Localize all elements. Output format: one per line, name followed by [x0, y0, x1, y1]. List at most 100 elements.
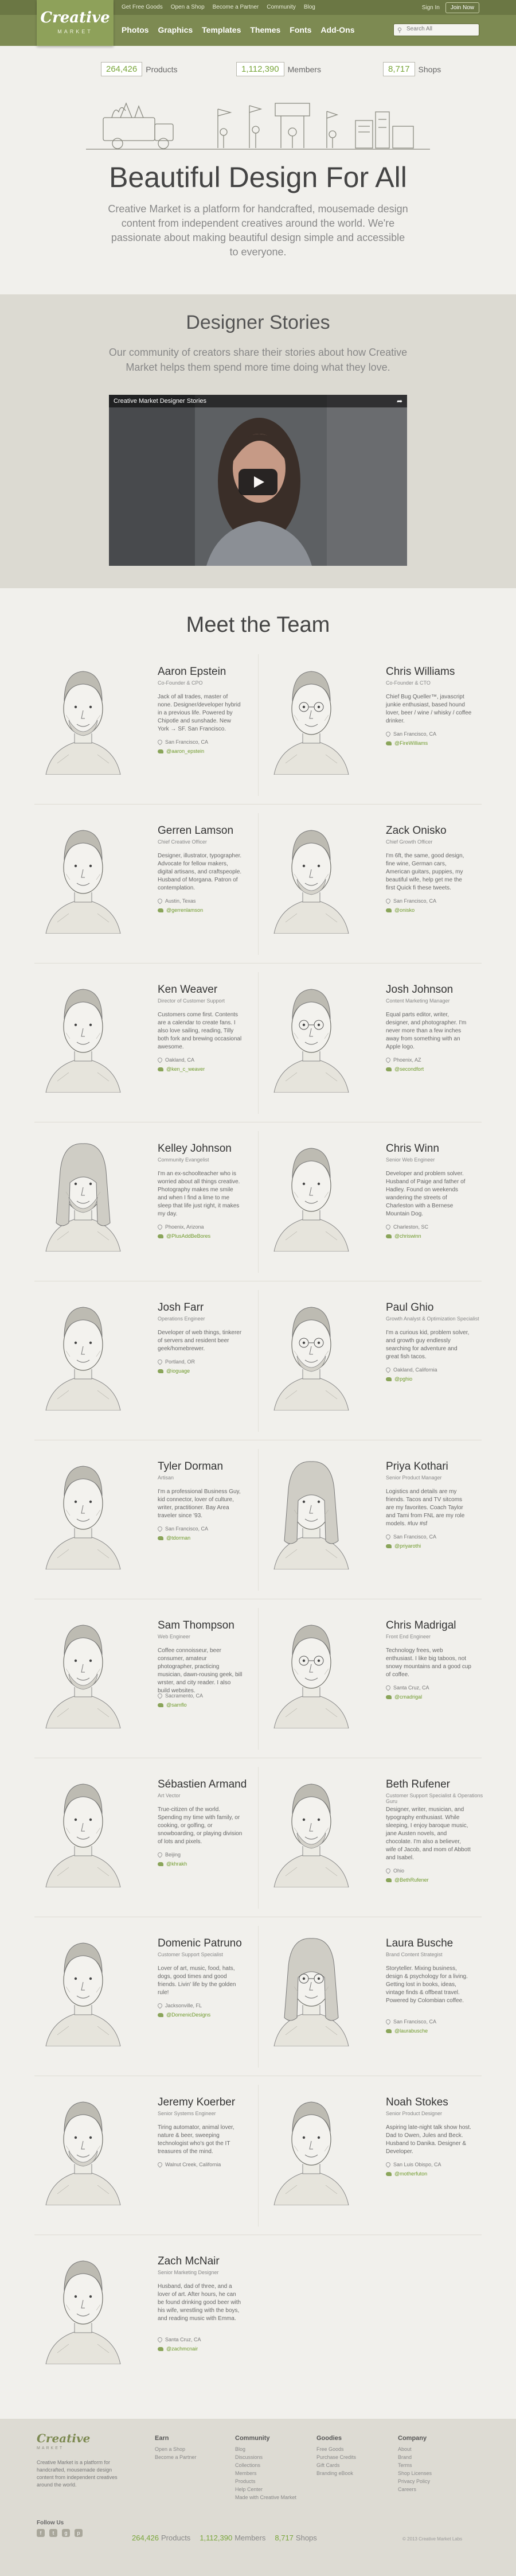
footer-link[interactable]: Branding eBook: [316, 2469, 356, 2477]
twitter-icon[interactable]: t: [49, 2529, 57, 2537]
share-icon[interactable]: ➦: [397, 397, 402, 405]
member-twitter-link[interactable]: @pghio: [386, 1376, 412, 1382]
nav-addons[interactable]: Add-Ons: [320, 25, 354, 34]
member-bio: Equal parts editor, writer, designer, an…: [386, 1012, 467, 1050]
member-twitter-link[interactable]: @samflo: [158, 1702, 187, 1708]
footer-col-title: Goodies: [316, 2435, 342, 2442]
footer-stats: 264,426 Products 1,112,390 Members 8,717 Sh…: [132, 2534, 317, 2542]
member-twitter-link[interactable]: @chriswinn: [386, 1233, 421, 1239]
google-plus-icon[interactable]: g: [62, 2529, 70, 2537]
footer-link[interactable]: Products: [235, 2477, 296, 2485]
member-twitter-link[interactable]: @ken_c_weaver: [158, 1066, 205, 1072]
location-pin-icon: [385, 2161, 392, 2168]
column-divider: [258, 1767, 259, 1909]
member-name: Zach McNair: [158, 2255, 220, 2267]
footer-link[interactable]: Members: [235, 2469, 296, 2477]
member-location-text: Santa Cruz, CA: [165, 2337, 201, 2342]
member-bio: Customers come first. Contents are a cal…: [158, 1012, 242, 1050]
member-location: Beijing: [157, 1851, 181, 1858]
member-twitter-link[interactable]: @DomenicDesigns: [158, 2012, 210, 2018]
logo[interactable]: Creative MARKET: [37, 0, 114, 46]
team-member-card: Aaron Epstein Co-Founder & CPO Jack of all…: [34, 648, 255, 808]
member-role: Director of Customer Support: [158, 998, 225, 1004]
footer-link[interactable]: Careers: [398, 2485, 432, 2493]
footer-link[interactable]: Open a Shop: [155, 2445, 197, 2453]
footer-link[interactable]: Free Goods: [316, 2445, 356, 2453]
nav-templates[interactable]: Templates: [202, 25, 241, 34]
video-player[interactable]: Creative Market Designer Stories ➦: [109, 395, 407, 566]
location-pin-icon: [157, 1223, 163, 1230]
utility-link-free-goods[interactable]: Get Free Goods: [122, 4, 163, 10]
member-twitter-link[interactable]: @motherfuton: [386, 2171, 427, 2177]
member-name: Zack Onisko: [386, 825, 447, 837]
member-role: Art Vector: [158, 1793, 181, 1798]
footer-stat: 8,717 Shops: [275, 2534, 317, 2542]
team-member-card: Gerren Lamson Chief Creative Officer Desig…: [34, 807, 255, 967]
member-twitter-link[interactable]: @FireWilliams: [386, 740, 428, 746]
nav-photos[interactable]: Photos: [122, 25, 148, 34]
member-twitter-link[interactable]: @BethRufener: [386, 1877, 429, 1883]
nav-graphics[interactable]: Graphics: [158, 25, 193, 34]
nav-themes[interactable]: Themes: [250, 25, 280, 34]
footer-link[interactable]: Discussions: [235, 2453, 296, 2461]
member-twitter-link[interactable]: @PlusAddBeBores: [158, 1233, 210, 1239]
member-twitter-link[interactable]: @zachmcnair: [158, 2346, 198, 2352]
utility-link-partner[interactable]: Become a Partner: [213, 4, 259, 10]
member-location: Phoenix, Arizona: [157, 1223, 204, 1230]
footer-link[interactable]: Collections: [235, 2461, 296, 2469]
footer-link[interactable]: Privacy Policy: [398, 2477, 432, 2485]
member-role: Senior Product Designer: [386, 2111, 443, 2116]
footer-link[interactable]: Blog: [235, 2445, 296, 2453]
footer-link[interactable]: Purchase Credits: [316, 2453, 356, 2461]
member-twitter-link[interactable]: @priyarothi: [386, 1543, 421, 1549]
member-name: Paul Ghio: [386, 1301, 434, 1314]
join-button[interactable]: Join Now: [445, 2, 479, 13]
footer-link[interactable]: About: [398, 2445, 432, 2453]
member-twitter-link[interactable]: @tdorman: [158, 1535, 190, 1541]
footer-logo[interactable]: Creative: [37, 2431, 90, 2445]
member-twitter-text: @tdorman: [166, 1535, 191, 1541]
member-location: San Francisco, CA: [385, 1533, 436, 1540]
utility-link-blog[interactable]: Blog: [304, 4, 315, 10]
team-member-card: Sébastien Armand Art Vector True-citizen o…: [34, 1761, 255, 1921]
location-pin-icon: [385, 1223, 392, 1230]
member-twitter-link[interactable]: @laurabusche: [386, 2028, 428, 2034]
member-location-text: Oakland, CA: [165, 1057, 195, 1063]
stat-label: Members: [287, 64, 321, 74]
member-twitter-link[interactable]: @ioguage: [158, 1368, 190, 1374]
search-box: ⚲: [393, 24, 479, 36]
pinterest-icon[interactable]: p: [75, 2529, 83, 2537]
member-name: Chris Winn: [386, 1143, 439, 1155]
footer-link[interactable]: Brand: [398, 2453, 432, 2461]
twitter-icon: [158, 1067, 163, 1071]
member-twitter-link[interactable]: @gerrenlamson: [158, 907, 203, 913]
member-twitter-link[interactable]: @onisko: [386, 907, 415, 913]
member-location: Phoenix, AZ: [385, 1056, 421, 1063]
footer-link[interactable]: Gift Cards: [316, 2461, 356, 2469]
footer-link[interactable]: Terms: [398, 2461, 432, 2469]
utility-link-open-shop[interactable]: Open a Shop: [171, 4, 205, 10]
member-role: Senior Web Engineer: [386, 1157, 435, 1163]
nav-fonts[interactable]: Fonts: [290, 25, 311, 34]
team-member-card: Laura Busche Brand Content Strategist Stor…: [263, 1920, 483, 2080]
play-button[interactable]: [239, 469, 277, 495]
member-twitter-text: @ken_c_weaver: [166, 1066, 205, 1072]
twitter-icon: [158, 1703, 163, 1707]
footer-link[interactable]: Become a Partner: [155, 2453, 197, 2461]
facebook-icon[interactable]: f: [37, 2529, 45, 2537]
footer-stat: 1,112,390 Members: [200, 2534, 266, 2542]
location-pin-icon: [385, 1056, 392, 1063]
member-twitter-link[interactable]: @aaron_epstein: [158, 748, 204, 754]
footer-link[interactable]: Made with Creative Market: [235, 2493, 296, 2501]
twitter-icon: [386, 2171, 392, 2176]
utility-link-community[interactable]: Community: [267, 4, 296, 10]
member-twitter-text: @chriswinn: [394, 1233, 421, 1239]
footer-link[interactable]: Help Center: [235, 2485, 296, 2493]
search-input[interactable]: [406, 26, 475, 32]
footer-link[interactable]: Shop Licenses: [398, 2469, 432, 2477]
member-twitter-link[interactable]: @khrakh: [158, 1861, 187, 1867]
member-role: Artisan: [158, 1475, 174, 1481]
member-twitter-link[interactable]: @cmadrigal: [386, 1694, 422, 1700]
member-twitter-link[interactable]: @secondfort: [386, 1066, 424, 1072]
signin-link[interactable]: Sign In: [422, 5, 440, 11]
